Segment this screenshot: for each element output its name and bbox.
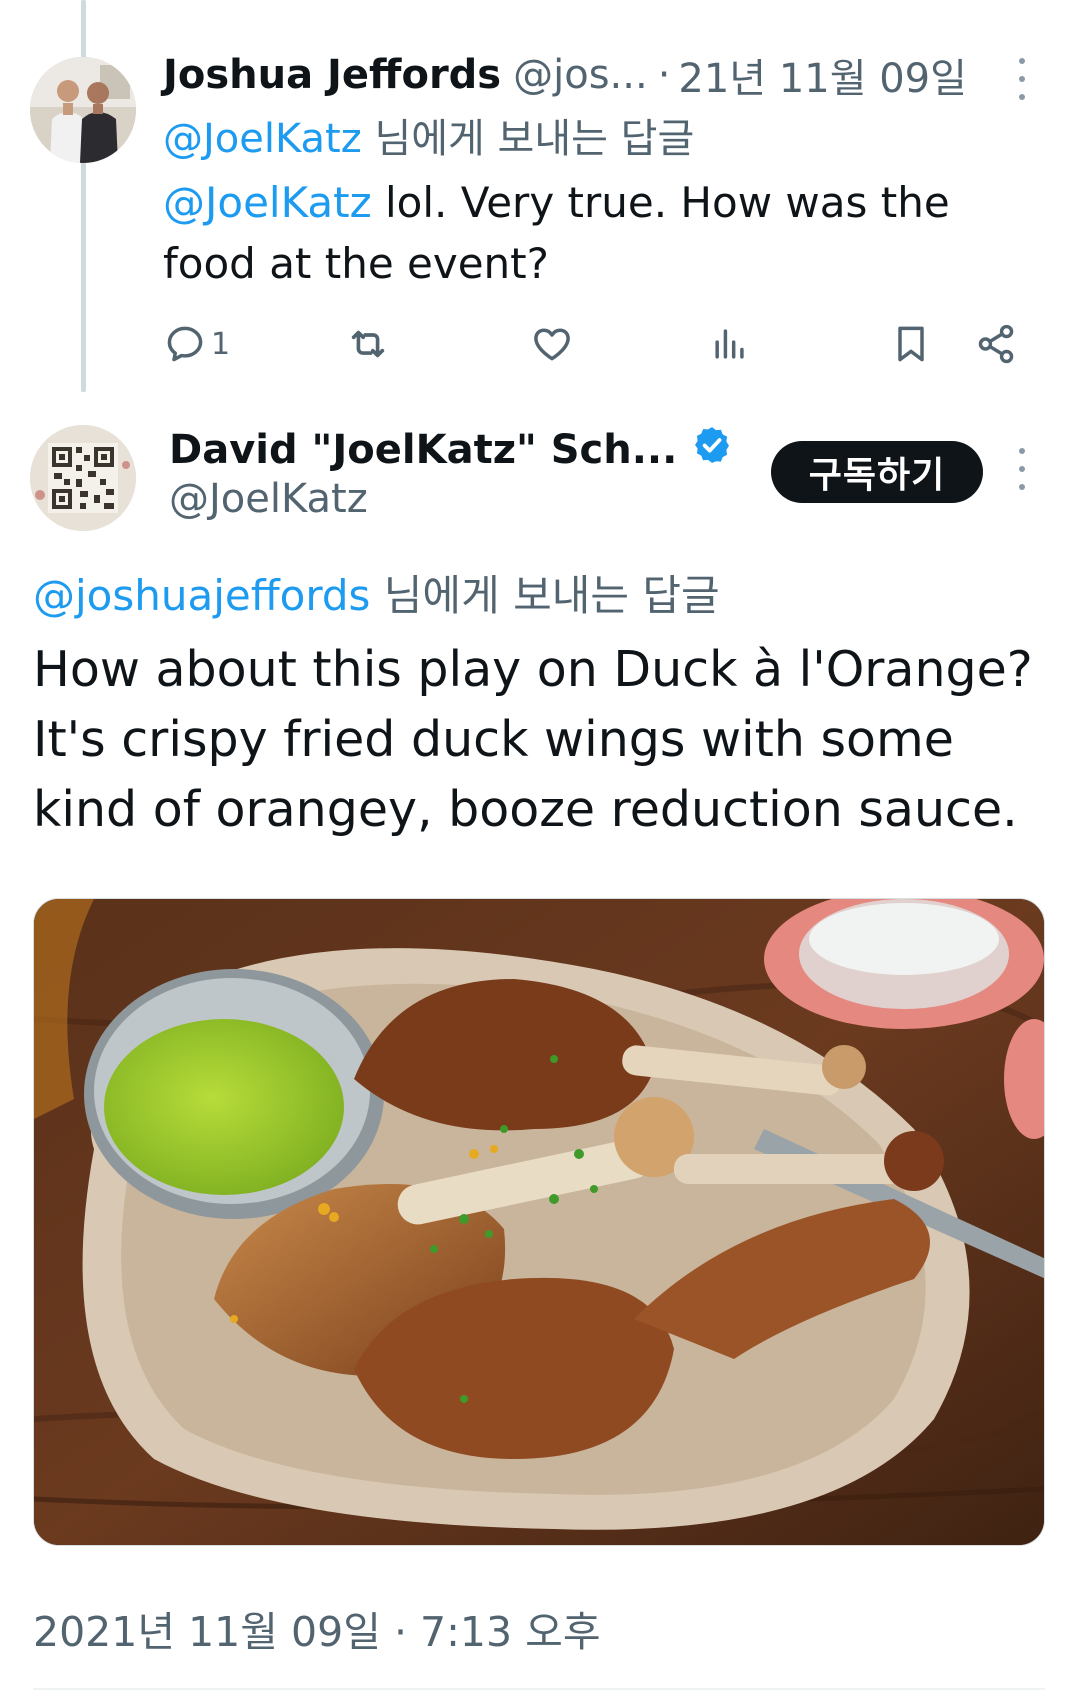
author-display-name[interactable]: David "JoelKatz" Sch... — [169, 427, 677, 473]
tweet-date[interactable]: 21년 11월 09일 — [678, 46, 967, 104]
retweet-icon — [351, 330, 385, 358]
tweet-photo[interactable] — [33, 898, 1045, 1546]
tweet-text: @JoelKatz lol. Very true. How was the fo… — [163, 172, 993, 294]
avatar[interactable] — [30, 57, 136, 163]
avatar-qr-code-icon — [30, 425, 136, 531]
reply-to-mention[interactable]: @JoelKatz — [163, 116, 362, 162]
subscribe-button[interactable]: 구독하기 — [771, 441, 983, 503]
tweet-text-line: kind of orangey, booze reduction sauce. — [33, 781, 1018, 838]
verified-badge-icon[interactable] — [691, 424, 733, 476]
bookmark-button[interactable] — [889, 318, 933, 370]
author-handle[interactable]: @JoelKatz — [169, 476, 368, 522]
share-icon — [978, 324, 1014, 364]
views-icon — [715, 329, 744, 359]
reply-to-suffix: 님에게 보내는 답글 — [383, 571, 720, 620]
reply-to-mention[interactable]: @joshuajeffords — [33, 571, 370, 620]
views-button[interactable] — [708, 318, 752, 370]
like-button[interactable] — [530, 318, 574, 370]
retweet-button[interactable] — [345, 318, 391, 370]
tweet-timestamp[interactable]: 2021년 11월 09일 · 7:13 오후 — [33, 1598, 601, 1658]
heart-icon — [534, 328, 570, 361]
divider — [33, 1688, 1045, 1690]
tweet-action-bar: 1 — [163, 318, 1033, 370]
author-display-name[interactable]: Joshua Jeffords — [163, 52, 501, 98]
reply-icon — [167, 326, 203, 362]
tweet-header: Joshua Jeffords @jos... · 21년 11월 09일 — [163, 45, 1023, 105]
bookmark-icon — [898, 326, 924, 362]
replying-to: @joshuajeffords 님에게 보내는 답글 — [33, 562, 720, 623]
reply-count: 1 — [211, 326, 231, 362]
body-mention[interactable]: @JoelKatz — [163, 178, 372, 227]
separator-dot: · — [657, 52, 671, 98]
avatar[interactable] — [30, 425, 136, 531]
replying-to: @JoelKatz 님에게 보내는 답글 — [163, 106, 694, 164]
more-options-icon[interactable] — [1012, 448, 1032, 490]
author-handle[interactable]: @jos... — [513, 52, 648, 98]
avatar-photo-icon — [30, 57, 136, 163]
food-photo-icon — [34, 899, 1044, 1545]
reply-to-suffix: 님에게 보내는 답글 — [374, 116, 695, 162]
tweet-text-line: It's crispy fried duck wings with some — [33, 711, 954, 768]
share-button[interactable] — [973, 318, 1019, 370]
tweet-thread: Joshua Jeffords @jos... · 21년 11월 09일 @J… — [0, 0, 1080, 1705]
tweet-text-line: How about this play on Duck à l'Orange? — [33, 641, 1033, 698]
tweet-text: How about this play on Duck à l'Orange? … — [33, 635, 1053, 845]
more-options-icon[interactable] — [1012, 58, 1032, 100]
reply-button[interactable]: 1 — [163, 318, 230, 370]
author-name-row: David "JoelKatz" Sch... — [169, 420, 733, 480]
